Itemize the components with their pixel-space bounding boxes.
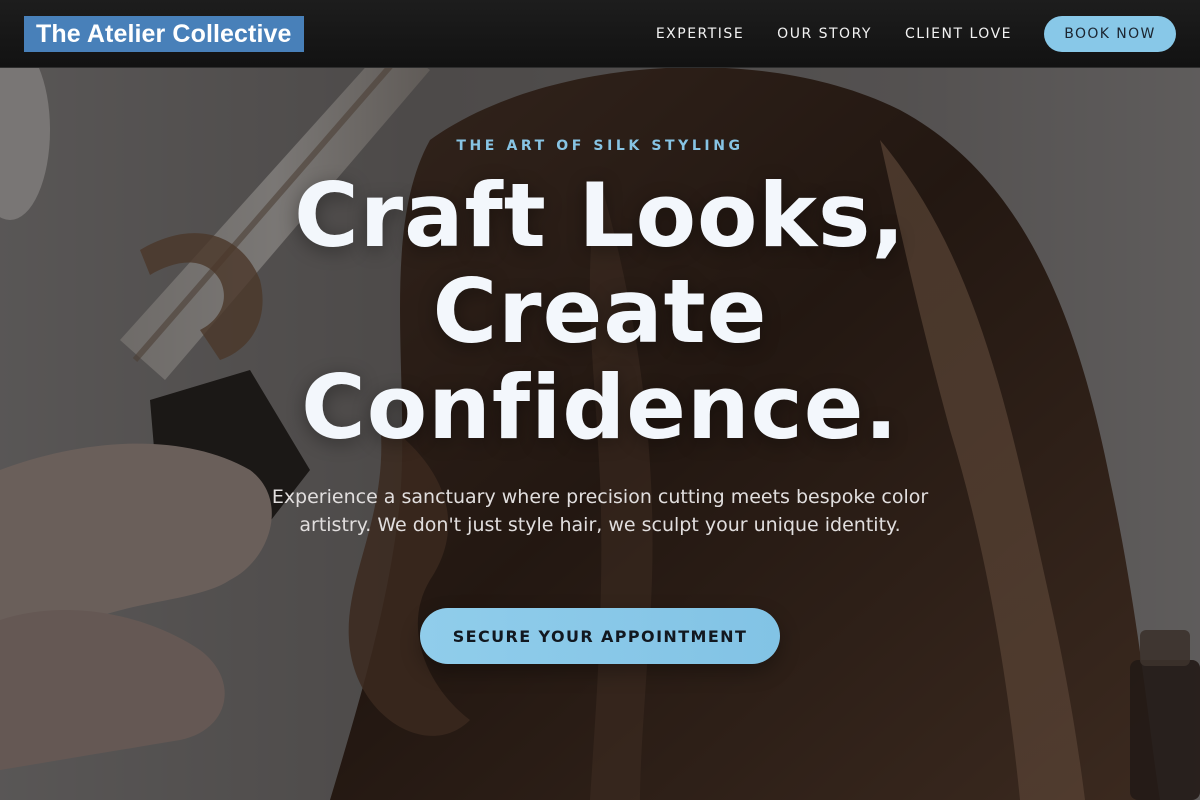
secure-appointment-button[interactable]: SECURE YOUR APPOINTMENT — [420, 608, 780, 664]
nav-link-our-story[interactable]: OUR STORY — [777, 26, 872, 42]
nav-link-expertise[interactable]: EXPERTISE — [656, 26, 744, 42]
book-now-button[interactable]: BOOK NOW — [1044, 15, 1176, 52]
hero-headline: Craft Looks, Create Confidence. — [294, 164, 906, 459]
main-nav: EXPERTISE OUR STORY CLIENT LOVE BOOK NOW — [656, 15, 1176, 52]
nav-link-client-love[interactable]: CLIENT LOVE — [905, 26, 1012, 42]
hero-subtext: Experience a sanctuary where precision c… — [271, 486, 929, 536]
brand-logo[interactable]: The Atelier Collective — [24, 15, 304, 52]
hero-content: THE ART OF SILK STYLING Craft Looks, Cre… — [0, 68, 1200, 800]
site-header: The Atelier Collective EXPERTISE OUR STO… — [0, 0, 1200, 68]
hero-eyebrow: THE ART OF SILK STYLING — [456, 138, 744, 154]
